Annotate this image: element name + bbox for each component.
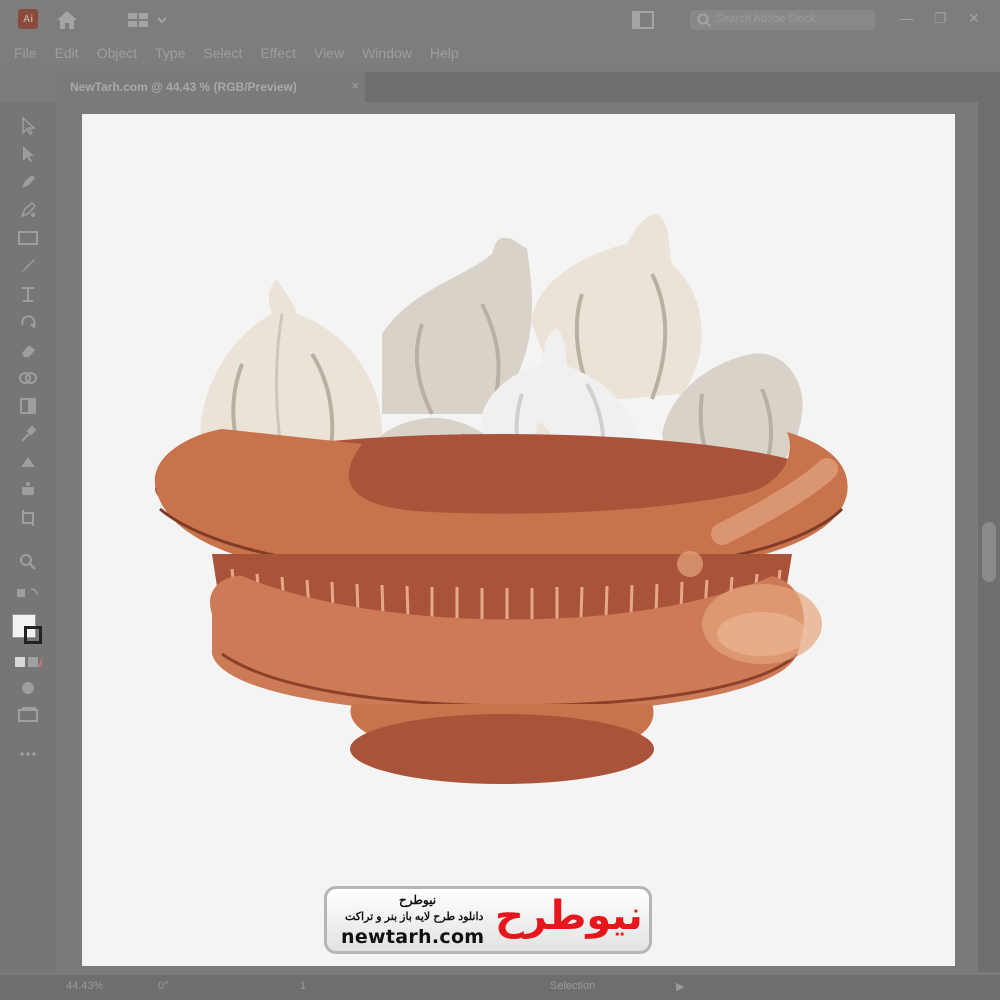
menu-object[interactable]: Object xyxy=(97,45,137,61)
app-logo: Ai xyxy=(18,9,38,29)
scrollbar-thumb[interactable] xyxy=(982,522,996,582)
arrange-documents-icon[interactable] xyxy=(632,11,654,34)
clay-bowl xyxy=(154,429,848,784)
watermark-tagline-fa: دانلود طرح لایه باز بنر و تراکت xyxy=(345,911,484,923)
color-mode-icon[interactable] xyxy=(14,650,42,674)
close-window-icon[interactable]: ✕ xyxy=(968,10,980,27)
stroke-color-swatch[interactable] xyxy=(24,626,42,644)
menu-select[interactable]: Select xyxy=(204,45,243,61)
zoom-tool-icon[interactable] xyxy=(14,550,42,574)
selection-tool-icon[interactable] xyxy=(14,114,42,138)
direct-selection-tool-icon[interactable] xyxy=(14,142,42,166)
more-tools-icon[interactable] xyxy=(14,742,42,766)
paintbrush-tool-icon[interactable] xyxy=(14,254,42,278)
shape-builder-tool-icon[interactable] xyxy=(14,366,42,390)
newtarh-watermark: نیوطرح دانلود طرح لایه باز بنر و تراکت n… xyxy=(324,886,652,954)
menu-help[interactable]: Help xyxy=(430,45,459,61)
document-tab-bar: NewTarh.com @ 44.43 % (RGB/Preview) × xyxy=(60,72,1000,102)
status-bar: 44.43% 0° 1 Selection ▶ xyxy=(0,975,1000,1000)
search-stock-input[interactable]: Search Adobe Stock xyxy=(690,10,875,30)
curvature-tool-icon[interactable] xyxy=(14,198,42,222)
swap-colors-icon[interactable] xyxy=(14,582,42,606)
rectangle-tool-icon[interactable] xyxy=(14,226,42,250)
type-tool-icon[interactable] xyxy=(14,282,42,306)
zoom-level[interactable]: 44.43% xyxy=(66,980,103,992)
current-tool-label: Selection xyxy=(550,980,596,992)
menu-bar: File Edit Object Type Select Effect View… xyxy=(0,40,1000,66)
eraser-tool-icon[interactable] xyxy=(14,338,42,362)
tools-panel xyxy=(0,102,56,972)
close-tab-icon[interactable]: × xyxy=(351,78,359,93)
menu-edit[interactable]: Edit xyxy=(55,45,79,61)
workspace-switcher-icon[interactable] xyxy=(128,12,172,33)
home-icon[interactable] xyxy=(55,9,79,36)
rotation-value[interactable]: 0° xyxy=(158,980,169,992)
watermark-brand-fa: نیوطرح xyxy=(399,893,437,907)
artboard[interactable] xyxy=(82,114,955,966)
play-icon[interactable]: ▶ xyxy=(676,980,684,993)
gradient-tool-icon[interactable] xyxy=(14,394,42,418)
title-bar: Ai Search Adobe Stock — ❐ ✕ xyxy=(0,0,1000,40)
garlic-bowl-illustration xyxy=(154,214,848,784)
menu-view[interactable]: View xyxy=(314,45,344,61)
minimize-icon[interactable]: — xyxy=(900,10,914,26)
menu-type[interactable]: Type xyxy=(155,45,185,61)
draw-mode-icon[interactable] xyxy=(14,676,42,700)
artboard-number[interactable]: 1 xyxy=(300,980,306,992)
search-placeholder: Search Adobe Stock xyxy=(716,13,816,25)
screen-mode-icon[interactable] xyxy=(14,702,42,726)
symbol-sprayer-tool-icon[interactable] xyxy=(14,478,42,502)
eyedropper-tool-icon[interactable] xyxy=(14,422,42,446)
document-tab[interactable]: NewTarh.com @ 44.43 % (RGB/Preview) × xyxy=(60,72,365,102)
menu-file[interactable]: File xyxy=(14,45,37,61)
menu-window[interactable]: Window xyxy=(362,45,412,61)
menu-effect[interactable]: Effect xyxy=(260,45,296,61)
artboard-tool-icon[interactable] xyxy=(14,506,42,530)
rotate-tool-icon[interactable] xyxy=(14,310,42,334)
pen-tool-icon[interactable] xyxy=(14,170,42,194)
watermark-logo-mark: نیوطرح xyxy=(495,893,643,939)
maximize-icon[interactable]: ❐ xyxy=(934,10,947,27)
watermark-domain: newtarh.com xyxy=(341,926,485,948)
document-tab-title: NewTarh.com @ 44.43 % (RGB/Preview) xyxy=(70,80,297,94)
search-icon xyxy=(697,13,711,27)
vertical-scrollbar[interactable] xyxy=(978,102,1000,972)
blend-tool-icon[interactable] xyxy=(14,450,42,474)
